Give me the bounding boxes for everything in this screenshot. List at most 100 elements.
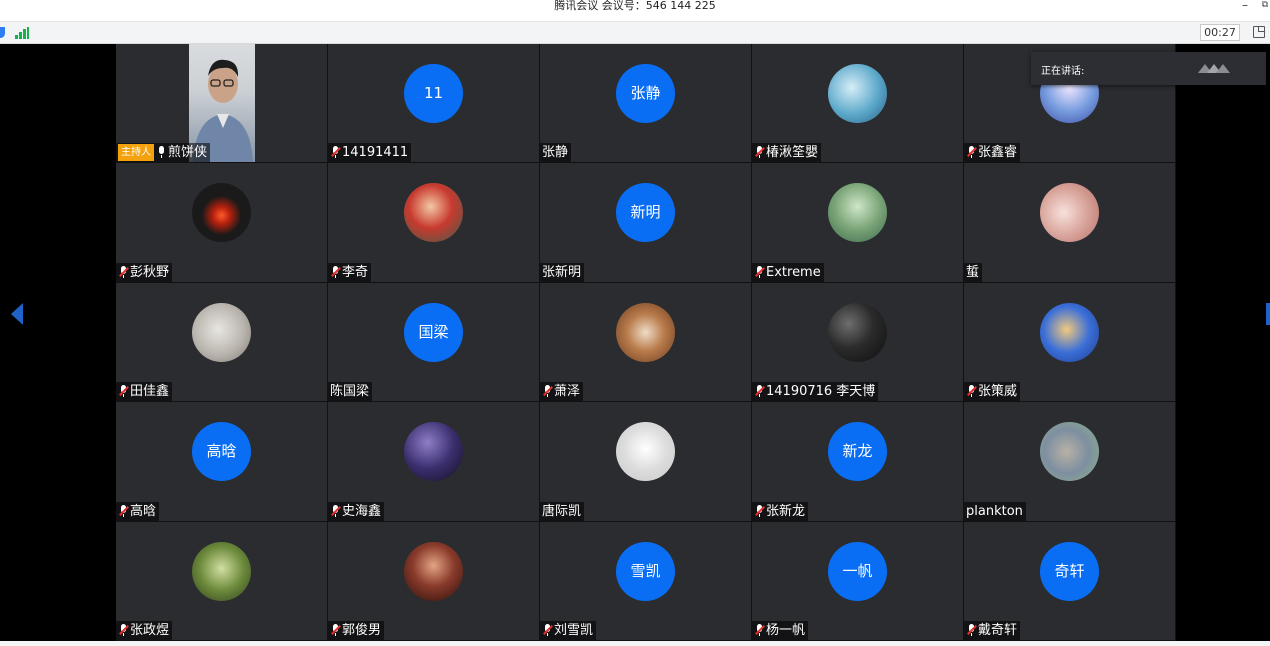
participant-name: 张鑫睿 — [978, 145, 1018, 161]
participant-name: 14191411 — [342, 145, 409, 161]
name-plate: 14191411 — [328, 143, 412, 163]
avatar: 新明 — [616, 183, 675, 243]
layout-icon[interactable] — [1253, 26, 1265, 38]
avatar-image — [404, 422, 463, 482]
name-plate: 刘雪凯 — [540, 620, 597, 640]
participant-tile[interactable]: 椿湫筌嬰 — [752, 44, 964, 164]
avatar-image — [192, 183, 251, 243]
participant-tile[interactable]: Extreme — [752, 163, 964, 283]
name-plate: 杨一帆 — [752, 620, 809, 640]
name-plate: 张策威 — [964, 382, 1021, 402]
mic-muted-icon — [330, 265, 341, 279]
participant-tile[interactable]: 李奇 — [328, 163, 540, 283]
avatar-image — [1040, 422, 1099, 482]
participant-tile[interactable]: 蜇 — [964, 163, 1176, 283]
meeting-timer: 00:27 — [1200, 24, 1240, 41]
name-plate: 张政煜 — [116, 620, 173, 640]
name-plate: 张新龙 — [752, 501, 809, 521]
video-stage: 主持人 煎饼侠 11 14191411 张静 张静 椿湫筌嬰 张鑫睿 彭秋野 李奇 新明 张新明 Ext… — [0, 44, 1270, 641]
prev-page-arrow-icon[interactable] — [11, 303, 23, 325]
participant-tile[interactable]: 萧泽 — [540, 282, 752, 403]
mic-muted-icon — [754, 504, 765, 518]
participant-tile[interactable]: plankton — [964, 402, 1176, 522]
name-plate: 李奇 — [328, 262, 372, 282]
participant-tile[interactable]: 张政煜 — [116, 521, 328, 641]
participant-name: 蜇 — [966, 264, 980, 280]
participant-tile[interactable]: 国梁 陈国梁 — [328, 282, 540, 403]
speaking-label: 正在讲话: — [1041, 66, 1085, 77]
participant-tile[interactable]: 雪凯 刘雪凯 — [540, 521, 752, 641]
mic-muted-icon — [118, 265, 129, 279]
participant-name: 戴奇轩 — [978, 622, 1018, 638]
participant-name: 李奇 — [342, 264, 369, 280]
participant-tile[interactable]: 14190716 李天博 — [752, 282, 964, 403]
participant-name: 14190716 李天博 — [766, 384, 876, 400]
mic-icon — [156, 146, 167, 159]
participant-name: 高晗 — [130, 503, 157, 519]
participant-tile[interactable]: 郭俊男 — [328, 521, 540, 641]
participant-grid: 主持人 煎饼侠 11 14191411 张静 张静 椿湫筌嬰 张鑫睿 彭秋野 李奇 新明 张新明 Ext… — [116, 44, 1176, 641]
mic-muted-icon — [118, 623, 129, 637]
participant-tile[interactable]: 史海鑫 — [328, 402, 540, 522]
participant-tile[interactable]: 高晗 高晗 — [116, 402, 328, 522]
name-plate: 高晗 — [116, 501, 160, 521]
avatar-image — [828, 302, 887, 362]
name-plate: 郭俊男 — [328, 620, 385, 640]
mic-muted-icon — [966, 385, 977, 398]
avatar-image — [192, 302, 251, 362]
participant-name: 陈国梁 — [330, 384, 370, 400]
name-plate: 唐际凯 — [540, 501, 585, 521]
participant-tile[interactable]: 张静 张静 — [540, 44, 752, 164]
participant-name: Extreme — [766, 264, 821, 280]
participant-tile[interactable]: 新龙 张新龙 — [752, 402, 964, 522]
mic-muted-icon — [966, 623, 977, 637]
tencent-meeting-logo-icon — [1198, 64, 1230, 73]
next-page-arrow-icon[interactable] — [1266, 303, 1270, 325]
name-plate: 史海鑫 — [328, 501, 385, 521]
avatar-image — [616, 422, 675, 482]
name-plate: 14190716 李天博 — [752, 382, 879, 402]
participant-tile[interactable]: 主持人 煎饼侠 — [116, 44, 328, 164]
participant-tile[interactable]: 张策威 — [964, 282, 1176, 403]
avatar-image — [828, 183, 887, 243]
participant-name: 张政煜 — [130, 622, 170, 638]
avatar: 张静 — [616, 64, 675, 123]
participant-tile[interactable]: 11 14191411 — [328, 44, 540, 164]
participant-name: 萧泽 — [554, 384, 581, 400]
mic-muted-icon — [330, 504, 341, 518]
participant-tile[interactable]: 唐际凯 — [540, 402, 752, 522]
mic-muted-icon — [118, 504, 129, 518]
participant-name: 煎饼侠 — [168, 145, 208, 161]
name-plate: Extreme — [752, 262, 824, 282]
name-plate: 张静 — [540, 143, 572, 163]
bottom-strip — [0, 641, 1270, 646]
participant-tile[interactable]: 一帆 杨一帆 — [752, 521, 964, 641]
toolbar: 00:27 — [0, 22, 1270, 44]
title-bar: 腾讯会议 会议号：546 144 225 – ⧉ — [0, 0, 1270, 22]
name-plate: 张鑫睿 — [964, 143, 1021, 163]
mic-muted-icon — [542, 623, 553, 637]
name-plate: 陈国梁 — [328, 382, 373, 402]
participant-tile[interactable]: 奇轩戴奇轩 — [964, 521, 1176, 641]
avatar: 一帆 — [828, 541, 887, 601]
participant-tile[interactable]: 彭秋野 — [116, 163, 328, 283]
shield-icon[interactable] — [0, 27, 5, 38]
name-plate: 萧泽 — [540, 382, 584, 402]
name-plate: 椿湫筌嬰 — [752, 143, 822, 163]
avatar: 奇轩 — [1040, 541, 1099, 601]
name-plate: 田佳鑫 — [116, 382, 173, 402]
name-plate: 蜇 — [964, 262, 983, 282]
participant-tile[interactable]: 田佳鑫 — [116, 282, 328, 403]
mic-muted-icon — [754, 385, 765, 398]
participant-name: 史海鑫 — [342, 503, 382, 519]
restore-button[interactable]: ⧉ — [1258, 0, 1270, 14]
minimize-button[interactable]: – — [1238, 0, 1252, 14]
mic-muted-icon — [966, 146, 977, 159]
participant-name: 唐际凯 — [542, 503, 582, 519]
signal-icon[interactable] — [15, 27, 29, 39]
participant-tile[interactable]: 新明 张新明 — [540, 163, 752, 283]
avatar-image — [404, 183, 463, 243]
avatar: 高晗 — [192, 422, 251, 482]
avatar: 新龙 — [828, 422, 887, 482]
participant-name: 张静 — [542, 145, 569, 161]
